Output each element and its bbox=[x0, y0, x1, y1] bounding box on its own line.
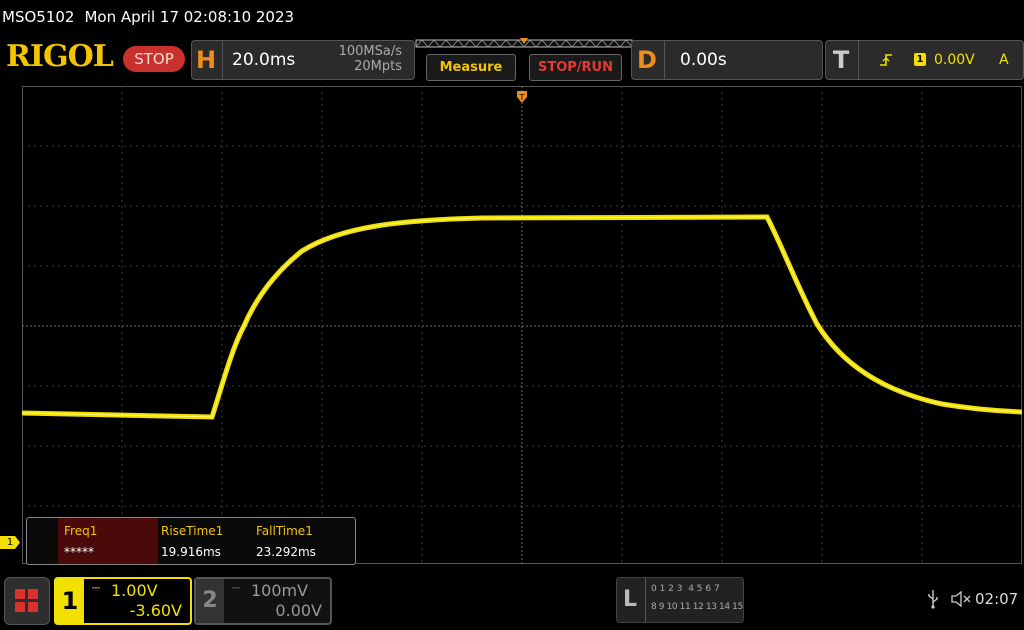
delay-letter: D bbox=[637, 46, 657, 74]
channel1-offset-marker[interactable]: 1 bbox=[0, 536, 20, 549]
channel2-number: 2 bbox=[196, 579, 224, 623]
measurement-label: FallTime1 bbox=[256, 524, 313, 538]
timebase-value: 20.0ms bbox=[232, 50, 296, 70]
measurement-panel[interactable]: Freq1 ***** RiseTime1 19.916ms FallTime1… bbox=[26, 517, 356, 565]
waveform-grid[interactable]: T bbox=[22, 86, 1022, 564]
logic-channels-row2: 8 9 10 11 12 13 14 15 bbox=[651, 602, 743, 612]
datetime: Mon April 17 02:08:10 2023 bbox=[84, 8, 295, 26]
trigger-panel[interactable]: T 1 0.00V A bbox=[825, 40, 1024, 80]
main-menu-button[interactable] bbox=[4, 577, 50, 625]
horizontal-letter: H bbox=[195, 46, 217, 74]
trigger-level: 0.00V bbox=[934, 52, 975, 68]
trigger-mode: A bbox=[999, 52, 1009, 68]
channel1-panel[interactable]: 1 ⎓ 1.00V -3.60V bbox=[54, 577, 192, 625]
sample-rate: 100MSa/s bbox=[338, 44, 402, 59]
measurement-risetime[interactable]: RiseTime1 19.916ms bbox=[155, 518, 250, 564]
logic-letter: L bbox=[622, 587, 638, 612]
rising-edge-icon bbox=[880, 54, 892, 66]
measurement-value: ***** bbox=[64, 545, 94, 559]
model-name: MSO5102 bbox=[2, 8, 75, 26]
measurement-label: Freq1 bbox=[64, 524, 98, 538]
memory-depth: 20Mpts bbox=[354, 59, 402, 74]
divider bbox=[645, 578, 646, 622]
measurement-value: 23.292ms bbox=[256, 545, 316, 559]
divider bbox=[664, 41, 665, 79]
measurement-falltime[interactable]: FallTime1 23.292ms bbox=[250, 518, 350, 564]
divider bbox=[222, 41, 223, 79]
horizontal-panel[interactable]: H 20.0ms 100MSa/s 20Mpts bbox=[191, 40, 415, 80]
channel1-number: 1 bbox=[56, 579, 84, 623]
title-bar: MSO5102 Mon April 17 02:08:10 2023 bbox=[0, 0, 1024, 34]
delay-panel[interactable]: D 0.00s bbox=[631, 40, 823, 80]
logic-channels-row1: 0 1 2 3 4 5 6 7 bbox=[651, 584, 720, 594]
divider bbox=[858, 41, 859, 79]
channel2-offset: 0.00V bbox=[275, 601, 322, 620]
status-time: 02:07 bbox=[975, 590, 1019, 608]
delay-value: 0.00s bbox=[680, 50, 727, 70]
channel1-scale: 1.00V bbox=[111, 581, 158, 600]
dc-coupling-icon: ⎓ bbox=[232, 583, 240, 594]
rigol-logo: RIGOL bbox=[6, 39, 114, 74]
run-state-badge[interactable]: STOP bbox=[123, 46, 185, 72]
channel1-offset: -3.60V bbox=[129, 601, 182, 620]
measure-button[interactable]: Measure bbox=[426, 54, 516, 81]
grid-menu-icon bbox=[15, 589, 38, 612]
memory-position-bar bbox=[415, 38, 633, 48]
measurement-freq[interactable]: Freq1 ***** bbox=[58, 518, 158, 564]
dc-coupling-icon: ⎓ bbox=[92, 583, 100, 594]
channel2-panel[interactable]: 2 ⎓ 100mV 0.00V bbox=[194, 577, 332, 625]
stop-run-button[interactable]: STOP/RUN bbox=[529, 54, 622, 81]
trigger-source-badge: 1 bbox=[914, 53, 926, 66]
trigger-letter: T bbox=[832, 46, 850, 74]
channel2-scale: 100mV bbox=[251, 581, 309, 600]
svg-text:T: T bbox=[519, 93, 525, 102]
logic-panel[interactable]: L 0 1 2 3 4 5 6 7 8 9 10 11 12 13 14 15 bbox=[616, 577, 744, 623]
measurement-label: RiseTime1 bbox=[161, 524, 224, 538]
mute-speaker-icon[interactable] bbox=[950, 590, 972, 608]
usb-icon bbox=[928, 590, 938, 609]
measurement-value: 19.916ms bbox=[161, 545, 221, 559]
